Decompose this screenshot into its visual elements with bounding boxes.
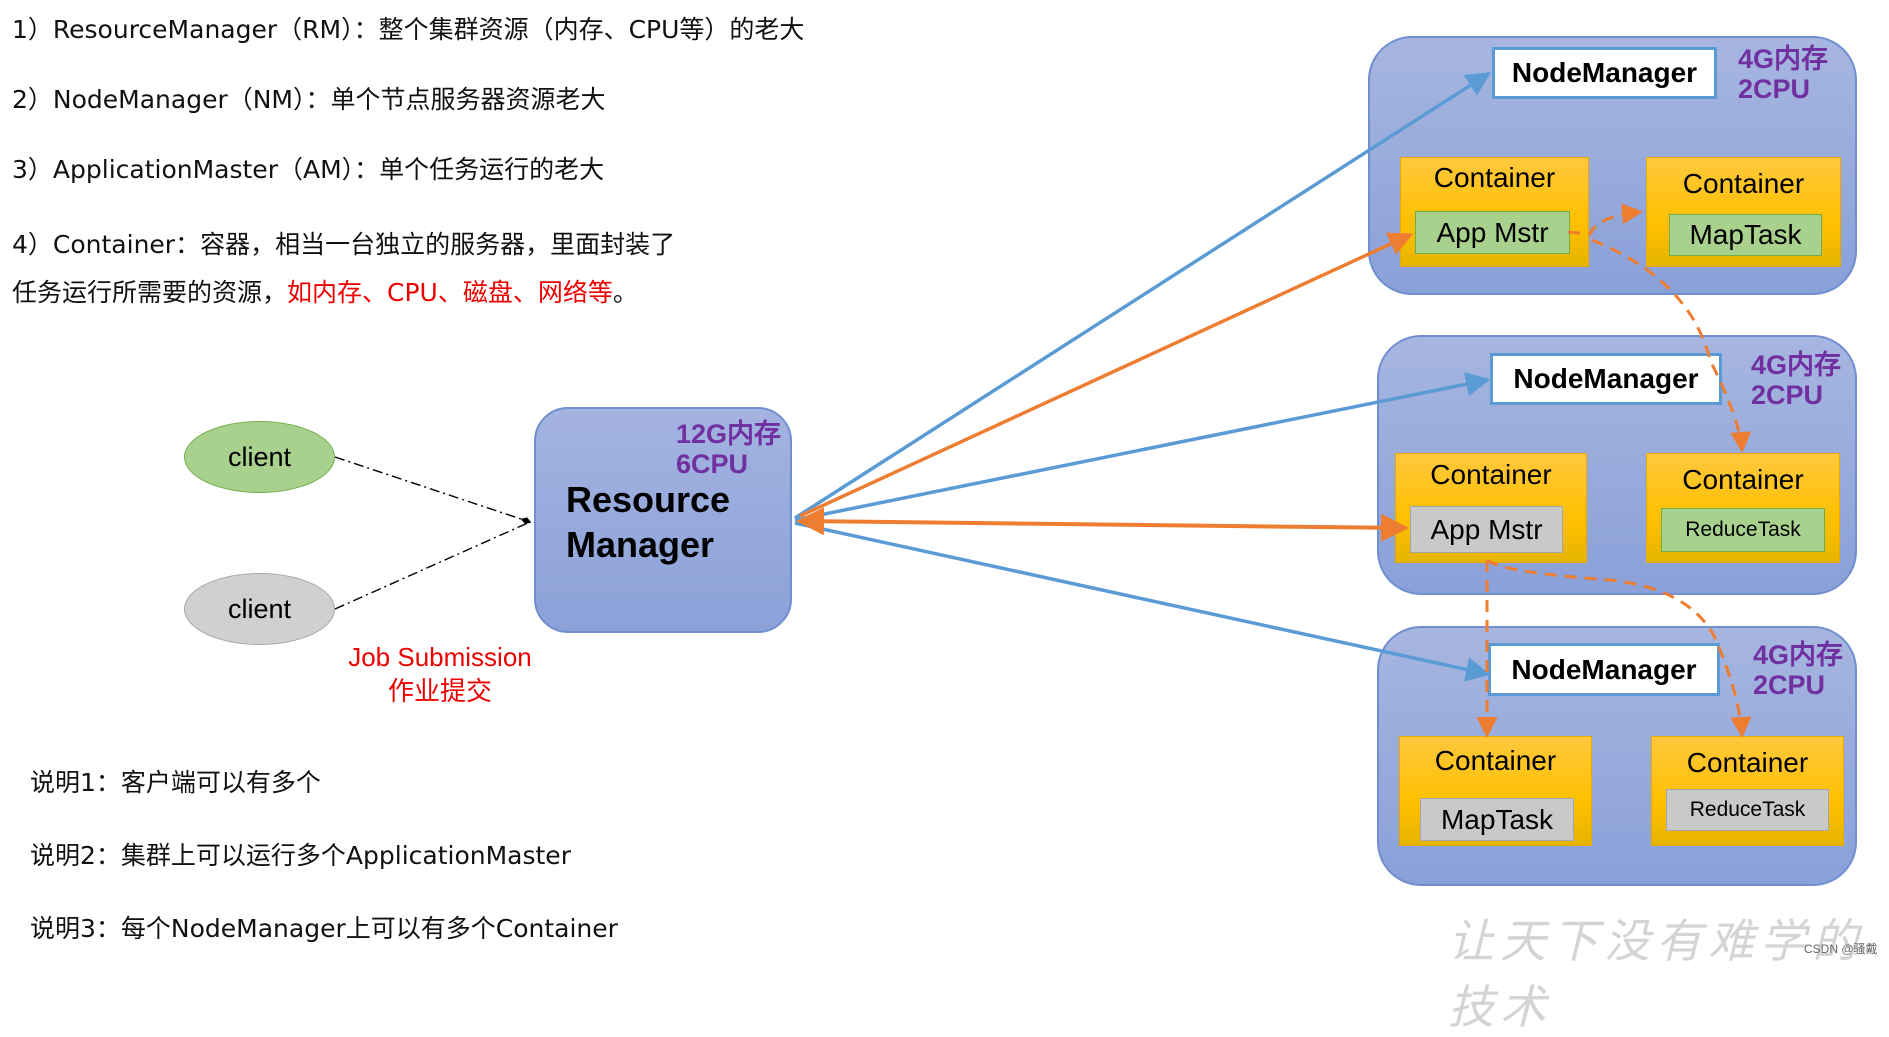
- client-2-connector: [334, 521, 531, 610]
- client-1-connector: [334, 456, 532, 524]
- connector-layer: [334, 72, 1752, 738]
- rm-to-am1-arrow: [799, 232, 1414, 518]
- rm-am2-bidirectional-arrow: [796, 507, 1409, 542]
- am1-to-maptask-arrow: [1567, 203, 1643, 236]
- am2-to-reducetask-arrow: [1485, 558, 1752, 738]
- rm-to-nm3-arrow: [794, 521, 1491, 682]
- watermark: 让天下没有难学的技术: [1448, 914, 1864, 1034]
- am1-to-reducetask-arrow: [1591, 238, 1752, 453]
- credit-label: CSDN @骚戴: [1804, 942, 1878, 956]
